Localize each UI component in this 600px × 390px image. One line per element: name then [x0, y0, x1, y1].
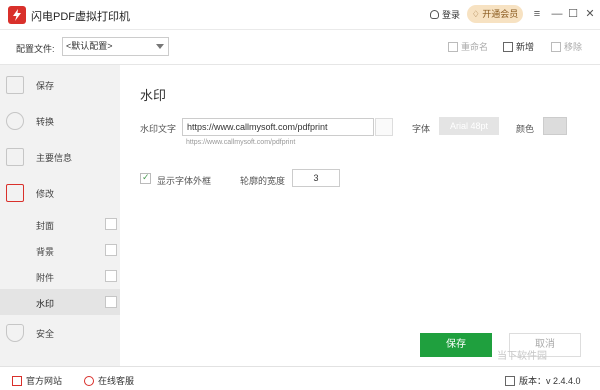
- version-info: 版本：v 2.4.4.0: [505, 374, 581, 387]
- cover-checkbox[interactable]: [105, 218, 117, 230]
- font-label: 字体: [412, 124, 431, 134]
- outline-width-label: 轮廓的宽度: [240, 176, 286, 186]
- login-label: 登录: [442, 10, 461, 20]
- sidebar-item-label: 保存: [36, 81, 55, 91]
- sidebar-subitem-label: 背景: [36, 247, 55, 257]
- shield-icon: [6, 324, 24, 342]
- watermark-text-options-button[interactable]: [375, 118, 393, 136]
- page-title: 水印: [140, 88, 167, 103]
- sidebar-item-convert[interactable]: 转换: [0, 103, 120, 139]
- rename-icon: [448, 42, 458, 52]
- sidebar-subitem-watermark[interactable]: 水印: [0, 289, 120, 315]
- new-label: 新增: [516, 42, 535, 52]
- app-title: 闪电PDF虚拟打印机: [31, 11, 130, 23]
- official-website-link[interactable]: 官方网站: [12, 374, 62, 387]
- footer: 官方网站 在线客服 版本：v 2.4.4.0: [0, 366, 600, 390]
- sidebar-item-label: 安全: [36, 329, 55, 339]
- sidebar-item-label: 修改: [36, 189, 55, 199]
- brand-watermark: 当下软件园: [497, 351, 547, 362]
- color-picker[interactable]: [543, 117, 567, 135]
- sidebar-item-security[interactable]: 安全: [0, 315, 120, 351]
- maximize-icon[interactable]: ☐: [564, 5, 582, 23]
- chevron-down-icon: [156, 44, 164, 49]
- version-label: 版本：v 2.4.4.0: [519, 376, 581, 386]
- official-website-label: 官方网站: [26, 376, 63, 386]
- support-icon: [84, 376, 94, 386]
- online-support-link[interactable]: 在线客服: [84, 374, 134, 387]
- checkmark-icon: ✓: [142, 172, 150, 182]
- home-icon: [12, 376, 22, 386]
- edit-icon: [6, 184, 24, 202]
- sidebar-subitem-label: 附件: [36, 273, 55, 283]
- sidebar-item-label: 转换: [36, 117, 55, 127]
- color-label: 颜色: [516, 124, 535, 134]
- attachment-checkbox[interactable]: [105, 270, 117, 282]
- user-icon: [430, 10, 439, 19]
- download-icon: [505, 376, 515, 386]
- watermark-text-input[interactable]: https://www.callmysoft.com/pdfprint: [182, 118, 374, 136]
- save-icon: [6, 76, 24, 94]
- sidebar-item-modify[interactable]: 修改: [0, 175, 120, 211]
- title-bar: 闪电PDF虚拟打印机 登录 ♢ 开通会员 ≡ — ☐ ✕: [0, 0, 600, 30]
- sidebar-subitem-label: 封面: [36, 221, 55, 231]
- info-list-icon: [6, 148, 24, 166]
- font-select-button[interactable]: Arial 48pt: [439, 117, 499, 135]
- watermark-checkbox[interactable]: [105, 296, 117, 308]
- add-icon: [503, 42, 513, 52]
- config-select[interactable]: <默认配置>: [62, 37, 169, 56]
- rename-label: 重命名: [461, 42, 489, 52]
- background-checkbox[interactable]: [105, 244, 117, 256]
- new-button[interactable]: 新增: [503, 40, 534, 53]
- sidebar-item-label: 主要信息: [36, 153, 73, 163]
- sidebar-subitem-label: 水印: [36, 299, 55, 309]
- diamond-icon: ♢: [471, 9, 483, 19]
- show-outline-checkbox[interactable]: ✓: [140, 172, 151, 184]
- trash-icon: [551, 42, 561, 52]
- convert-icon: [6, 112, 24, 130]
- sidebar-item-save[interactable]: 保存: [0, 67, 120, 103]
- vip-button[interactable]: ♢ 开通会员: [467, 5, 523, 23]
- menu-icon[interactable]: ≡: [528, 5, 546, 23]
- config-bar: 配置文件: <默认配置> 重命名 新增 移除: [0, 31, 600, 64]
- rename-button[interactable]: 重命名: [448, 40, 488, 53]
- login-button[interactable]: 登录: [430, 8, 460, 21]
- remove-label: 移除: [564, 42, 583, 52]
- show-outline-label: 显示字体外框: [157, 176, 212, 186]
- sidebar-subitem-background[interactable]: 背景: [0, 237, 120, 263]
- config-label: 配置文件:: [16, 44, 55, 54]
- close-icon[interactable]: ✕: [581, 5, 599, 23]
- vip-label: 开通会员: [482, 9, 519, 19]
- sidebar: 保存 转换 主要信息 修改 封面 背景 附件 水印 安全: [0, 64, 120, 366]
- sidebar-item-main-info[interactable]: 主要信息: [0, 139, 120, 175]
- sidebar-subitem-attachment[interactable]: 附件: [0, 263, 120, 289]
- outline-width-input[interactable]: 3: [292, 169, 340, 187]
- sidebar-subitem-cover[interactable]: 封面: [0, 211, 120, 237]
- save-button[interactable]: 保存: [420, 333, 492, 357]
- online-support-label: 在线客服: [98, 376, 135, 386]
- watermark-text-label: 水印文字: [140, 124, 177, 134]
- watermark-text-hint: https://www.callmysoft.com/pdfprint: [186, 139, 296, 146]
- watermark-panel: 水印 水印文字 https://www.callmysoft.com/pdfpr…: [120, 64, 600, 366]
- config-select-value: <默认配置>: [66, 41, 113, 51]
- remove-button[interactable]: 移除: [551, 40, 582, 53]
- app-logo-icon: [8, 6, 26, 24]
